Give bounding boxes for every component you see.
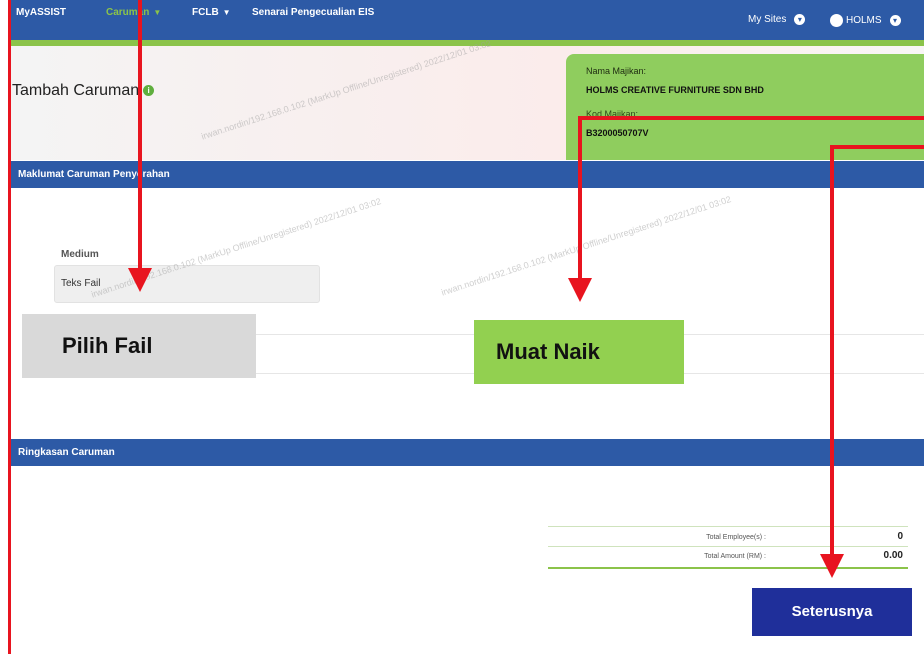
arrow-to-upload xyxy=(568,116,924,302)
page: MyASSIST Caruman ▼ FCLB ▼ Senarai Pengecua… xyxy=(0,0,924,654)
annotation-arrows xyxy=(128,0,924,578)
arrow-to-next xyxy=(820,145,924,578)
